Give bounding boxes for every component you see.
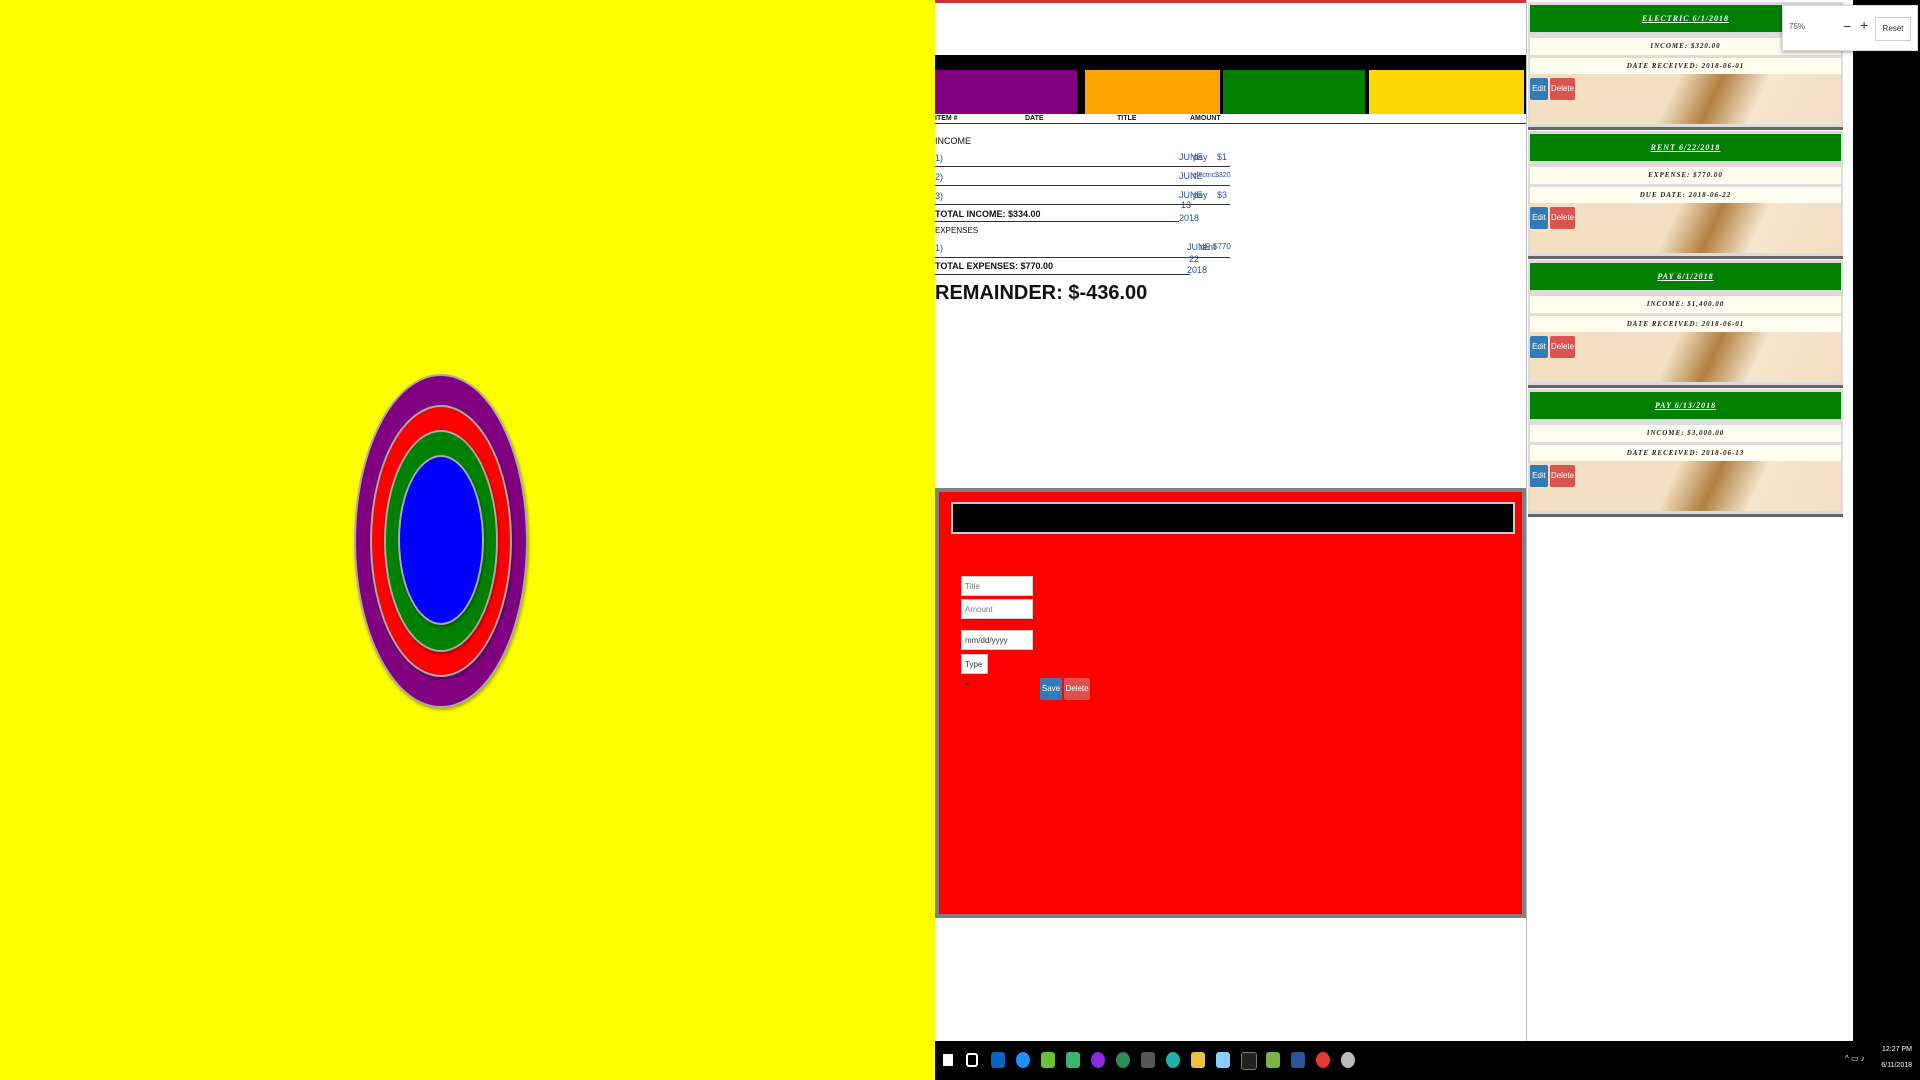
income-row-number: 2) [935,172,944,182]
category-green-button[interactable] [1223,70,1365,115]
word-icon[interactable] [1291,1052,1305,1068]
edit-button[interactable]: Edit [1530,78,1548,100]
top-strip [935,0,1526,3]
card-actions: Edit Delete [1530,74,1841,124]
card-amount: INCOME: $3,000.00 [1530,425,1841,442]
taskbar: ^ ▭ ♪ 12:27 PM 6/11/2018 [935,1041,1920,1080]
card-actions: Edit Delete [1530,461,1841,511]
expense-row-number: 1) [935,243,944,253]
category-gold-button[interactable] [1369,70,1524,115]
file-explorer-icon[interactable] [1191,1052,1205,1068]
app-icon[interactable] [1091,1052,1105,1068]
expense-date-overflow: 2018 [1187,265,1208,275]
amount-input[interactable]: Amount [961,599,1033,619]
desktop-edge [1853,0,1920,1080]
notepad-plus-icon[interactable] [1266,1052,1280,1068]
edit-button[interactable]: Edit [1530,336,1548,358]
zoom-level: 75% [1789,22,1806,31]
delete-button[interactable]: Delete [1550,207,1575,229]
edge-icon[interactable] [1016,1052,1030,1068]
expenses-label: EXPENSES [935,226,979,235]
edit-button[interactable]: Edit [1530,207,1548,229]
card-date: DUE DATE: 2018-06-22 [1530,187,1841,204]
title-input[interactable]: Title [961,576,1033,596]
entry-form-panel: Title Amount mm/dd/yyyy Type ▾ Save Dele… [935,488,1526,918]
zoom-reset-button[interactable]: Reset [1875,17,1911,41]
notepad-icon[interactable] [1216,1052,1230,1068]
income-row-title: pay [1193,190,1208,200]
task-view-icon[interactable] [966,1053,978,1067]
calculator-icon[interactable] [1141,1052,1155,1068]
income-row-title: pay [1193,152,1208,162]
entry-card: RENT 6/22/2018 EXPENSE: $770.00 DUE DATE… [1528,131,1843,259]
maps-icon[interactable] [1041,1052,1055,1068]
total-income: TOTAL INCOME: $334.00 [935,209,1041,219]
system-tray: ^ ▭ ♪ [1845,1054,1865,1063]
expense-date-overflow: 22 [1189,254,1200,264]
card-actions: Edit Delete [1530,203,1841,253]
entry-form: Title Amount mm/dd/yyyy Type ▾ Save Dele… [939,492,1522,914]
income-row-amount: $3 [1217,190,1228,200]
app-icon[interactable] [1341,1052,1355,1068]
entry-card: PAY 6/13/2018 INCOME: $3,000.00 DATE REC… [1528,389,1843,517]
card-actions: Edit Delete [1530,332,1841,382]
drawing-canvas [0,0,935,1080]
date-input[interactable]: mm/dd/yyyy [961,630,1033,650]
save-button[interactable]: Save [1040,678,1062,700]
card-title: PAY 6/13/2018 [1530,392,1841,419]
card-date: DATE RECEIVED: 2018-06-01 [1530,316,1841,333]
delete-button[interactable]: Delete [1064,678,1090,700]
remainder-total: REMAINDER: $-436.00 [935,282,1148,304]
clock-date: 6/11/2018 [1881,1062,1912,1069]
income-label: INCOME [935,136,971,146]
row-rule [935,204,1230,205]
chrome-dev-icon[interactable] [1116,1052,1130,1068]
form-header-bar [951,502,1515,534]
edit-button[interactable]: Edit [1530,465,1548,487]
income-row-amount: $1 [1217,152,1228,162]
card-date: DATE RECEIVED: 2018-06-01 [1530,58,1841,75]
total-expenses: TOTAL EXPENSES: $770.00 [935,261,1054,271]
category-orange-button[interactable] [1085,70,1220,115]
card-date: DATE RECEIVED: 2018-06-13 [1530,445,1841,462]
clock-time: 12:27 PM [1882,1046,1912,1053]
card-amount: INCOME: $1,400.00 [1530,296,1841,313]
income-date-overflow: 2018 [1179,213,1200,223]
header-rule [935,123,1526,124]
windows-start-icon[interactable] [943,1054,953,1066]
chrome-icon[interactable] [1316,1052,1330,1068]
row-rule [935,166,1230,167]
content-footer [935,918,1526,1041]
terminal-icon[interactable] [1241,1052,1257,1070]
total-rule [935,221,1179,222]
delete-button[interactable]: Delete [1550,336,1575,358]
app-icon[interactable] [1166,1052,1180,1068]
type-dropdown[interactable]: Type ▾ [961,654,988,689]
zoom-in-button[interactable]: + [1860,17,1868,33]
income-date-overflow: 13 [1181,200,1192,210]
delete-button[interactable]: Delete [1550,78,1575,100]
row-rule [935,185,1230,186]
budget-table: ITEM # DATE TITLE AMOUNT INCOME 1) JUNE … [935,114,1526,484]
income-row-title: electric [1193,172,1216,179]
zoom-popup: 75% − + Reset [1782,5,1918,51]
income-row-number: 1) [935,153,944,163]
income-row-amount: $320 [1215,172,1231,179]
delete-button[interactable]: Delete [1550,465,1575,487]
card-title: PAY 6/1/2018 [1530,263,1841,290]
app-icon[interactable] [1066,1052,1080,1068]
outlook-icon[interactable] [991,1052,1005,1068]
total-rule [935,274,1190,275]
expense-row-amount: $770 [1213,242,1231,251]
card-amount: EXPENSE: $770.00 [1530,167,1841,184]
row-rule [935,257,1230,258]
zoom-out-button[interactable]: − [1843,18,1851,34]
category-purple-button[interactable] [935,70,1077,115]
income-row-number: 3) [935,191,944,201]
card-title: RENT 6/22/2018 [1530,134,1841,161]
ring-blue[interactable] [398,455,484,625]
entry-card: PAY 6/1/2018 INCOME: $1,400.00 DATE RECE… [1528,260,1843,388]
